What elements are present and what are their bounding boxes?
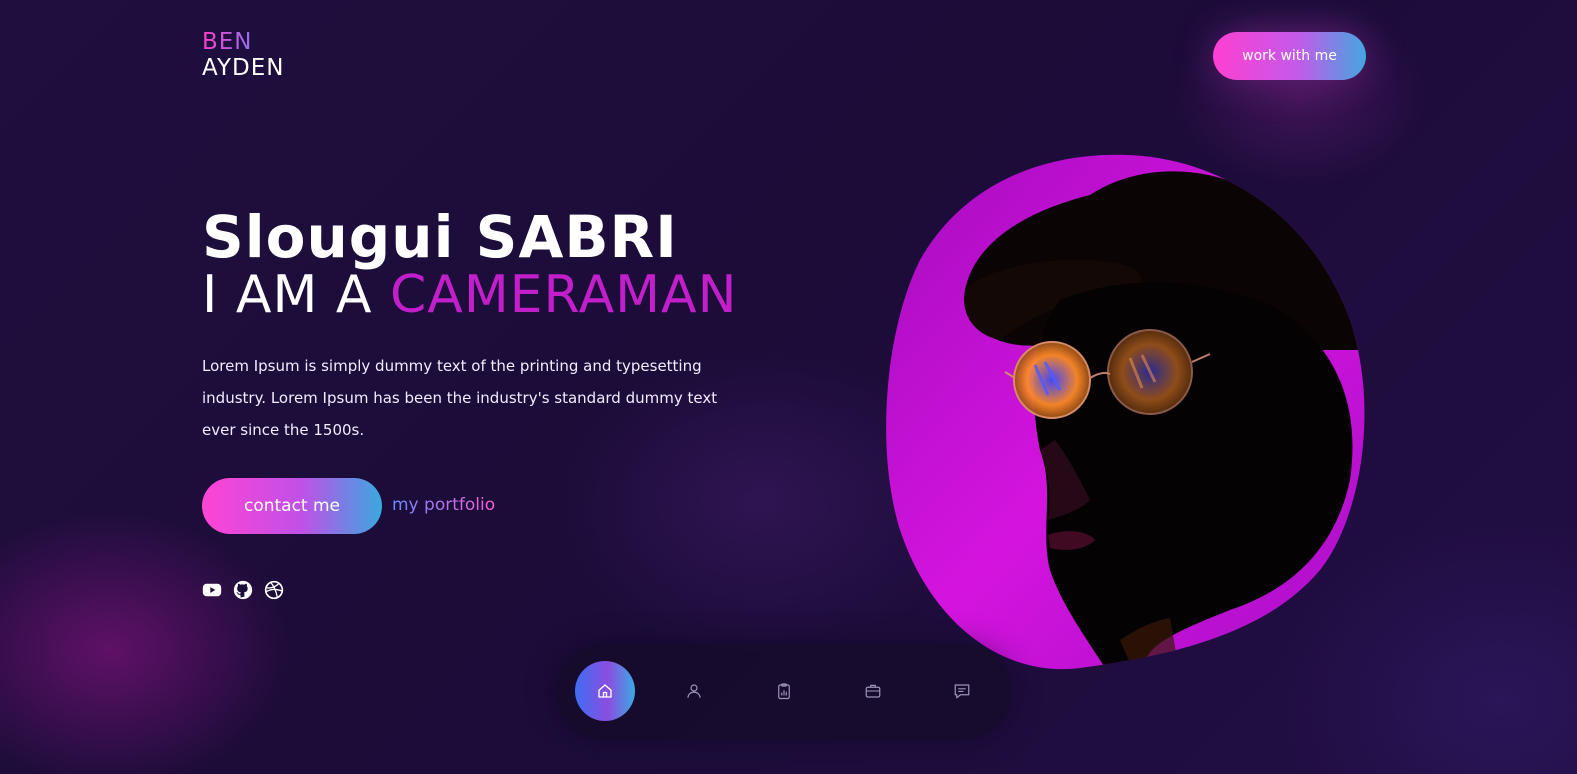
- my-portfolio-link[interactable]: my portfolio: [392, 493, 495, 517]
- logo-first-name: BEN: [202, 29, 284, 55]
- work-with-me-button[interactable]: work with me: [1213, 32, 1366, 80]
- bottom-nav: [555, 644, 1012, 740]
- logo[interactable]: BEN AYDEN: [202, 29, 284, 81]
- user-icon: [687, 684, 701, 698]
- contact-me-button[interactable]: contact me: [202, 478, 382, 534]
- profile-photo: [886, 154, 1365, 670]
- nav-home[interactable]: [575, 661, 635, 721]
- nav-contact[interactable]: [932, 661, 992, 721]
- youtube-icon[interactable]: [202, 580, 222, 600]
- github-icon[interactable]: [233, 580, 253, 600]
- hero-role-prefix: I AM A: [202, 265, 390, 325]
- social-links: [202, 580, 284, 600]
- hero-name: Slougui SABRI: [202, 203, 678, 271]
- message-icon: [954, 684, 970, 699]
- home-icon: [598, 684, 612, 698]
- nav-about[interactable]: [664, 661, 724, 721]
- logo-last-name: AYDEN: [202, 55, 285, 81]
- nav-portfolio[interactable]: [843, 661, 903, 721]
- briefcase-icon: [865, 684, 881, 698]
- hero-role-accent: CAMERAMAN: [389, 265, 738, 325]
- hero-description: Lorem Ipsum is simply dummy text of the …: [202, 357, 718, 439]
- nav-resume[interactable]: [754, 661, 814, 721]
- clipboard-chart-icon: [778, 683, 790, 700]
- hero-role: I AM A CAMERAMAN: [202, 263, 737, 327]
- dribbble-icon[interactable]: [264, 580, 284, 600]
